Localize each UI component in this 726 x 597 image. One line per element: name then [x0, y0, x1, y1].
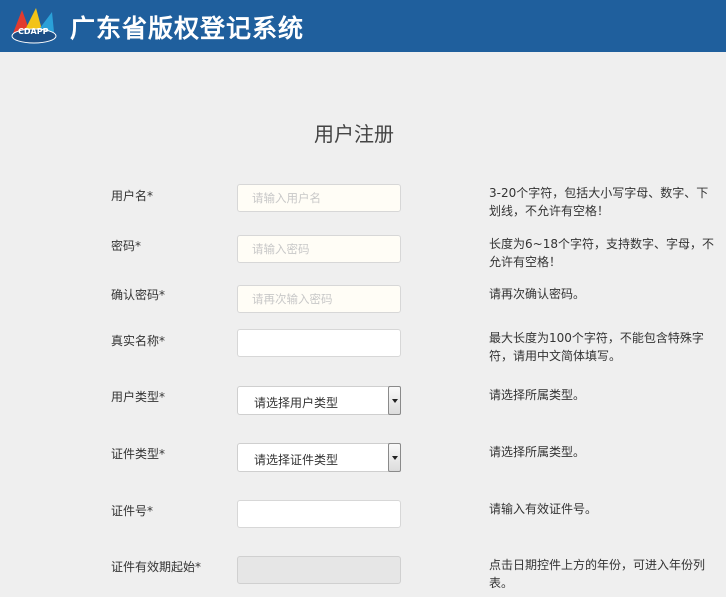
password-input[interactable] — [237, 235, 401, 263]
page-title: 用户注册 — [314, 122, 394, 146]
username-label: 用户名* — [111, 189, 154, 203]
id-type-select[interactable]: 请选择证件类型 — [237, 443, 401, 472]
confirm-password-label: 确认密码* — [111, 288, 166, 302]
id-type-selected: 请选择证件类型 — [254, 453, 339, 467]
user-type-dropdown-button[interactable] — [388, 386, 401, 415]
logo-icon — [11, 8, 57, 44]
id-number-hint: 请输入有效证件号。 — [489, 502, 598, 516]
real-name-input[interactable] — [237, 329, 401, 357]
app-title: 广东省版权登记系统 — [70, 14, 305, 43]
app-header: CDAPP 广东省版权登记系统 — [0, 0, 726, 52]
confirm-password-input[interactable] — [237, 285, 401, 313]
confirm-password-hint: 请再次确认密码。 — [489, 287, 586, 301]
caret-down-icon — [392, 399, 398, 403]
id-valid-from-label: 证件有效期起始* — [111, 560, 202, 574]
user-type-selected: 请选择用户类型 — [254, 396, 339, 410]
id-valid-from-hint: 点击日期控件上方的年份，可进入年份列表。 — [489, 558, 706, 590]
user-type-label: 用户类型* — [111, 390, 166, 404]
id-valid-from-date-input[interactable] — [237, 556, 401, 584]
username-hint: 3-20个字符，包括大小写字母、数字、下划线，不允许有空格！ — [489, 186, 709, 218]
id-type-hint: 请选择所属类型。 — [489, 445, 586, 459]
id-type-label: 证件类型* — [111, 447, 166, 461]
real-name-hint: 最大长度为100个字符，不能包含特殊字符，请用中文简体填写。 — [489, 331, 704, 363]
user-type-hint: 请选择所属类型。 — [489, 388, 586, 402]
caret-down-icon — [392, 456, 398, 460]
user-type-select[interactable]: 请选择用户类型 — [237, 386, 401, 415]
password-label: 密码* — [111, 239, 142, 253]
id-number-input[interactable] — [237, 500, 401, 528]
id-type-dropdown-button[interactable] — [388, 443, 401, 472]
real-name-label: 真实名称* — [111, 334, 166, 348]
username-input[interactable] — [237, 184, 401, 212]
password-hint: 长度为6~18个字符，支持数字、字母，不允许有空格！ — [489, 237, 714, 269]
logo-text: CDAPP — [18, 27, 49, 36]
id-number-label: 证件号* — [111, 504, 154, 518]
